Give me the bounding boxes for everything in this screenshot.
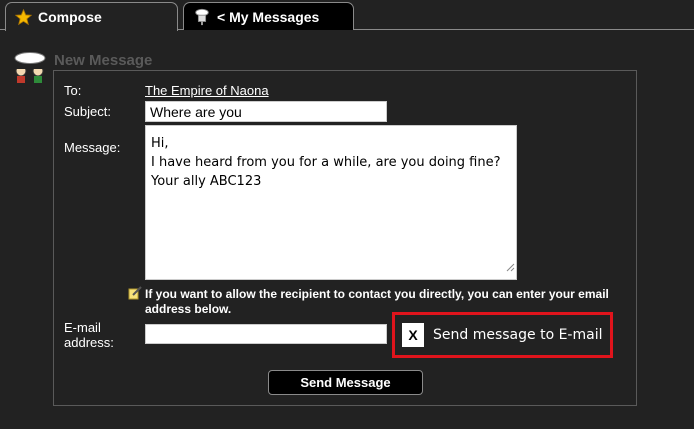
subject-label: Subject: bbox=[64, 104, 111, 119]
section-title: New Message bbox=[54, 52, 153, 69]
subject-input[interactable] bbox=[145, 101, 387, 122]
resize-grip-icon[interactable] bbox=[505, 259, 515, 278]
email-label: E-mail address: bbox=[64, 320, 114, 350]
message-line: I have heard from you for a while, are y… bbox=[151, 155, 501, 170]
send-to-email-label[interactable]: Send message to E-mail bbox=[433, 327, 602, 343]
email-label-line1: E-mail bbox=[64, 320, 101, 335]
tab-my-messages-label: < My Messages bbox=[217, 8, 320, 25]
tab-bar: Compose < My Messages bbox=[0, 0, 694, 31]
chat-characters-icon bbox=[13, 51, 49, 90]
send-to-email-checkbox[interactable]: X bbox=[402, 323, 424, 347]
mailbox-icon bbox=[193, 8, 211, 26]
send-message-button[interactable]: Send Message bbox=[268, 370, 423, 395]
message-line: Your ally ABC123 bbox=[151, 174, 262, 189]
message-textarea[interactable]: Hi, I have heard from you for a while, a… bbox=[145, 125, 517, 280]
recipient-link[interactable]: The Empire of Naona bbox=[145, 83, 269, 98]
tab-compose[interactable]: Compose bbox=[5, 2, 178, 31]
to-label: To: bbox=[64, 83, 82, 98]
message-label: Message: bbox=[64, 140, 121, 155]
tab-my-messages[interactable]: < My Messages bbox=[183, 2, 354, 30]
note-pencil-icon bbox=[128, 286, 142, 305]
email-label-line2: address: bbox=[64, 335, 114, 350]
email-input[interactable] bbox=[145, 324, 387, 344]
tab-compose-label: Compose bbox=[38, 9, 102, 25]
message-line: Hi, bbox=[151, 136, 169, 151]
star-icon bbox=[15, 8, 32, 26]
